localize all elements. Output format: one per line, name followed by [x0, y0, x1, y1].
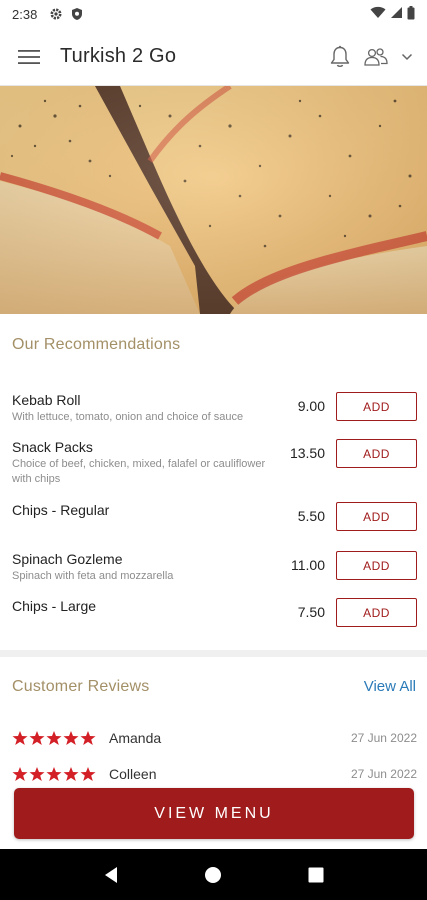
menu-item-price: 7.50	[297, 604, 325, 620]
menu-item: Spinach Gozleme Spinach with feta and mo…	[12, 551, 417, 584]
chevron-down-icon[interactable]	[401, 53, 413, 61]
reviews-title: Customer Reviews	[12, 678, 150, 695]
review-date: 27 Jun 2022	[350, 767, 417, 781]
home-icon[interactable]	[193, 855, 233, 895]
add-button[interactable]: ADD	[336, 439, 417, 468]
signal-icon	[390, 6, 403, 22]
star-icon	[12, 731, 28, 745]
review-item: Colleen 27 Jun 2022	[12, 763, 417, 785]
star-icon	[63, 731, 79, 745]
section-divider	[0, 650, 427, 657]
add-button[interactable]: ADD	[336, 551, 417, 580]
star-icon	[46, 767, 62, 781]
app-title: Turkish 2 Go	[60, 45, 177, 67]
add-button[interactable]: ADD	[336, 392, 417, 421]
add-button[interactable]: ADD	[336, 598, 417, 627]
menu-item: Chips - Large 7.50 ADD	[12, 598, 417, 627]
star-icon	[80, 731, 96, 745]
menu-item: Kebab Roll With lettuce, tomato, onion a…	[12, 392, 417, 425]
add-button[interactable]: ADD	[336, 502, 417, 531]
reviewer-name: Colleen	[109, 766, 157, 782]
reviewer-name: Amanda	[109, 730, 162, 746]
menu-item-description: Choice of beef, chicken, mixed, falafel …	[12, 458, 266, 485]
review-date: 27 Jun 2022	[350, 731, 417, 745]
star-rating	[12, 730, 96, 746]
star-icon	[46, 731, 62, 745]
review-item: Amanda 27 Jun 2022	[12, 727, 417, 749]
star-icon	[29, 767, 45, 781]
star-icon	[63, 767, 79, 781]
star-rating	[12, 766, 96, 782]
recommendations-title: Our Recommendations	[12, 336, 181, 353]
menu-item-description: Spinach with feta and mozzarella	[12, 570, 174, 582]
menu-item: Chips - Regular 5.50 ADD	[12, 502, 417, 531]
menu-item: Snack Packs Choice of beef, chicken, mix…	[12, 439, 417, 487]
view-all-link[interactable]: View All	[364, 678, 416, 695]
star-icon	[12, 767, 28, 781]
menu-item-price: 11.00	[291, 557, 325, 573]
users-icon[interactable]	[363, 47, 389, 67]
hamburger-menu-icon[interactable]	[14, 42, 44, 72]
view-menu-button[interactable]: VIEW MENU	[14, 788, 414, 839]
menu-item-price: 9.00	[297, 398, 325, 414]
hero-food-image	[0, 86, 427, 314]
back-icon[interactable]	[91, 855, 131, 895]
status-bar: 2:38	[0, 0, 427, 28]
star-icon	[80, 767, 96, 781]
wifi-icon	[370, 6, 386, 22]
menu-item-description: With lettuce, tomato, onion and choice o…	[12, 411, 244, 423]
reviews-section: Customer Reviews View All Amanda 27 Jun …	[0, 657, 427, 785]
recommendations-section: Our Recommendations Kebab Roll With lett…	[0, 314, 427, 650]
star-icon	[29, 731, 45, 745]
menu-item-price: 5.50	[297, 508, 325, 524]
recents-icon[interactable]	[296, 855, 336, 895]
battery-icon	[407, 5, 415, 23]
app-bar: Turkish 2 Go	[0, 28, 427, 86]
bell-icon[interactable]	[329, 45, 351, 69]
system-nav-bar	[0, 849, 427, 900]
gear-icon	[49, 7, 63, 21]
menu-item-price: 13.50	[289, 445, 325, 461]
shield-icon	[71, 7, 83, 21]
status-time: 2:38	[12, 6, 38, 22]
